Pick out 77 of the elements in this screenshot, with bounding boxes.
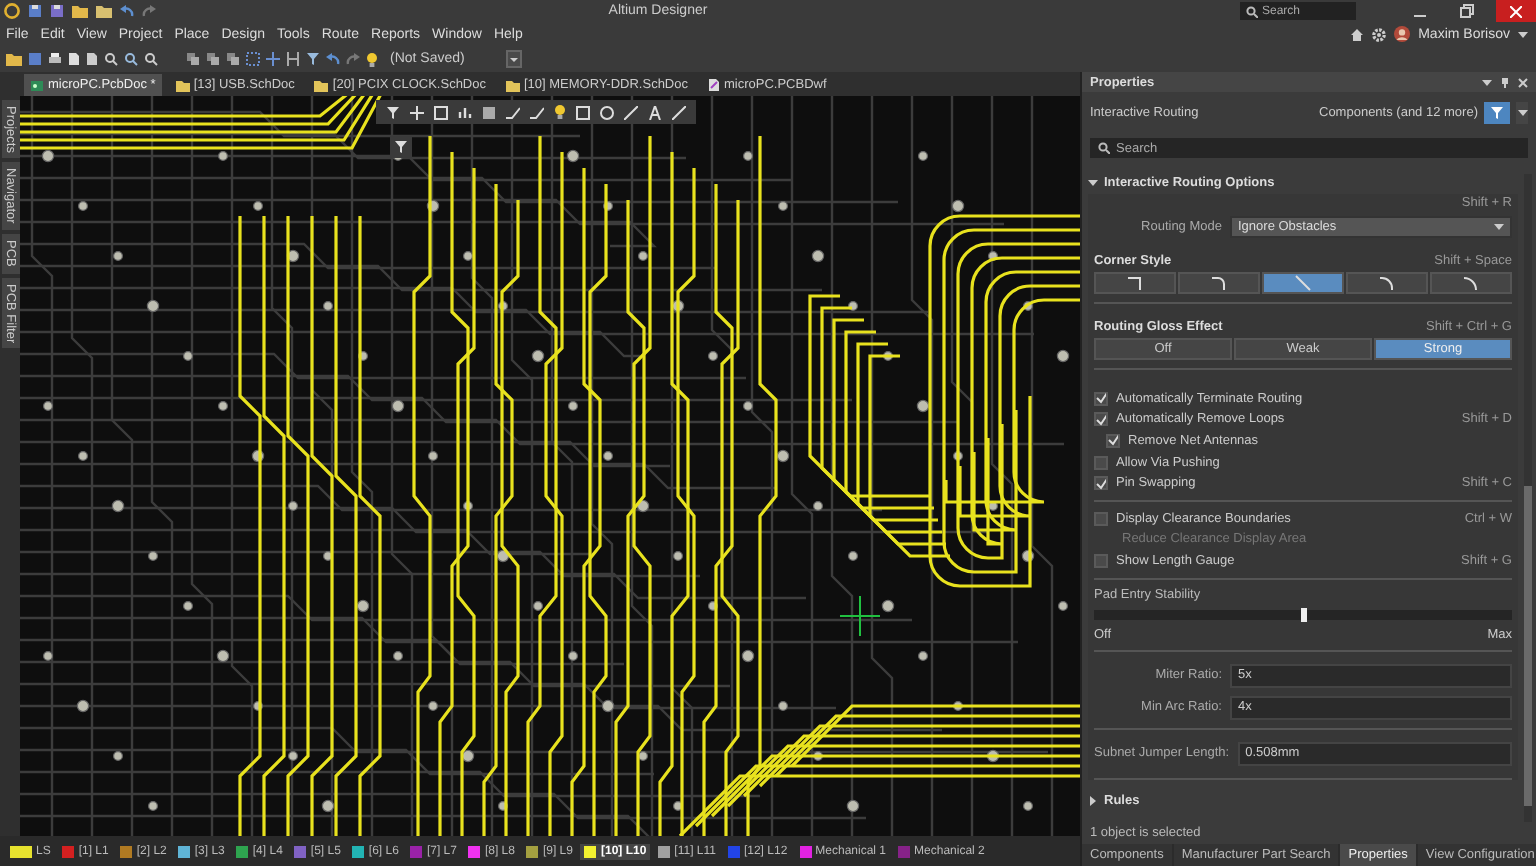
corner-style-button[interactable] <box>1262 272 1344 294</box>
filter-icon <box>1490 106 1504 120</box>
zoom-icon[interactable] <box>144 52 158 66</box>
slider-thumb[interactable] <box>1300 607 1306 622</box>
text-icon[interactable] <box>648 105 662 119</box>
checkbox[interactable] <box>1106 433 1120 448</box>
line-icon[interactable] <box>672 105 686 119</box>
save-icon[interactable] <box>28 4 42 18</box>
move-icon[interactable] <box>266 52 280 66</box>
lightbulb-icon[interactable] <box>554 104 566 120</box>
print-icon[interactable] <box>48 52 62 66</box>
caret-icon <box>1517 108 1527 118</box>
folder-icon <box>314 79 329 91</box>
corner-style-icon <box>1294 274 1312 292</box>
corner-style-icon <box>1462 274 1480 292</box>
corner-style-icon <box>1378 274 1396 292</box>
slider-track[interactable] <box>1094 609 1512 620</box>
scrollbar[interactable] <box>1524 174 1532 822</box>
close-icon[interactable] <box>1518 77 1528 87</box>
close-button[interactable] <box>1495 0 1536 22</box>
search-icon <box>1245 5 1258 17</box>
lightbulb-icon[interactable] <box>366 51 378 67</box>
filter-icon <box>394 140 408 154</box>
dropdown-button[interactable] <box>1516 102 1528 124</box>
redo-icon[interactable] <box>142 4 156 18</box>
filter-icon[interactable] <box>386 105 400 119</box>
caret-icon[interactable] <box>1088 178 1098 188</box>
caret-icon[interactable] <box>1518 29 1528 39</box>
save-all-icon[interactable] <box>50 4 64 18</box>
zoom-icon[interactable] <box>104 52 118 66</box>
filter-button[interactable] <box>390 136 412 158</box>
checkbox[interactable] <box>1094 391 1108 406</box>
filter-icon[interactable] <box>306 52 320 66</box>
drawing-document-icon <box>708 78 720 92</box>
home-icon[interactable] <box>1350 27 1365 41</box>
checkbox[interactable] <box>1094 553 1108 568</box>
circle-icon[interactable] <box>600 105 614 119</box>
checkmark-icon <box>1096 477 1106 490</box>
restore-icon <box>1460 4 1475 18</box>
plus-icon[interactable] <box>410 105 424 119</box>
chart-icon[interactable] <box>458 105 472 119</box>
square-icon[interactable] <box>434 105 448 119</box>
corner-style-button[interactable] <box>1346 272 1428 294</box>
square-icon[interactable] <box>482 105 496 119</box>
avatar-icon <box>1394 26 1411 42</box>
undo-icon[interactable] <box>120 4 134 18</box>
checkbox[interactable] <box>1094 476 1108 491</box>
gear-icon[interactable] <box>1372 27 1387 41</box>
caret-icon[interactable] <box>1088 795 1098 806</box>
folder-icon[interactable] <box>6 52 22 66</box>
redo-icon[interactable] <box>346 52 360 66</box>
line-icon[interactable] <box>624 105 638 119</box>
corner-style-button[interactable] <box>1430 272 1512 294</box>
search-icon <box>1098 142 1110 154</box>
zoom-icon[interactable] <box>124 52 138 66</box>
app-logo-icon <box>4 2 20 20</box>
caret-icon <box>1494 222 1504 232</box>
undo-icon[interactable] <box>326 52 340 66</box>
corner-style-icon <box>1126 274 1144 292</box>
checkbox[interactable] <box>1094 511 1108 526</box>
close-icon <box>1509 5 1522 17</box>
select-icon[interactable] <box>246 52 260 66</box>
pin-icon[interactable] <box>1500 77 1510 87</box>
pcb-document-icon <box>30 79 44 91</box>
filter-button[interactable] <box>1484 102 1510 124</box>
align-icon[interactable] <box>286 52 300 66</box>
corner-style-icon <box>1210 274 1228 292</box>
corner-style-button[interactable] <box>1094 272 1176 294</box>
caret-icon <box>508 52 521 66</box>
checkbox[interactable] <box>1094 412 1108 427</box>
dropdown[interactable] <box>506 50 523 68</box>
folder-icon <box>506 79 520 91</box>
square-icon[interactable] <box>576 105 590 119</box>
corner-style-button[interactable] <box>1178 272 1260 294</box>
folder-icon <box>175 79 190 91</box>
dropdown-icon[interactable] <box>1482 77 1492 87</box>
checkbox[interactable] <box>1094 455 1108 470</box>
